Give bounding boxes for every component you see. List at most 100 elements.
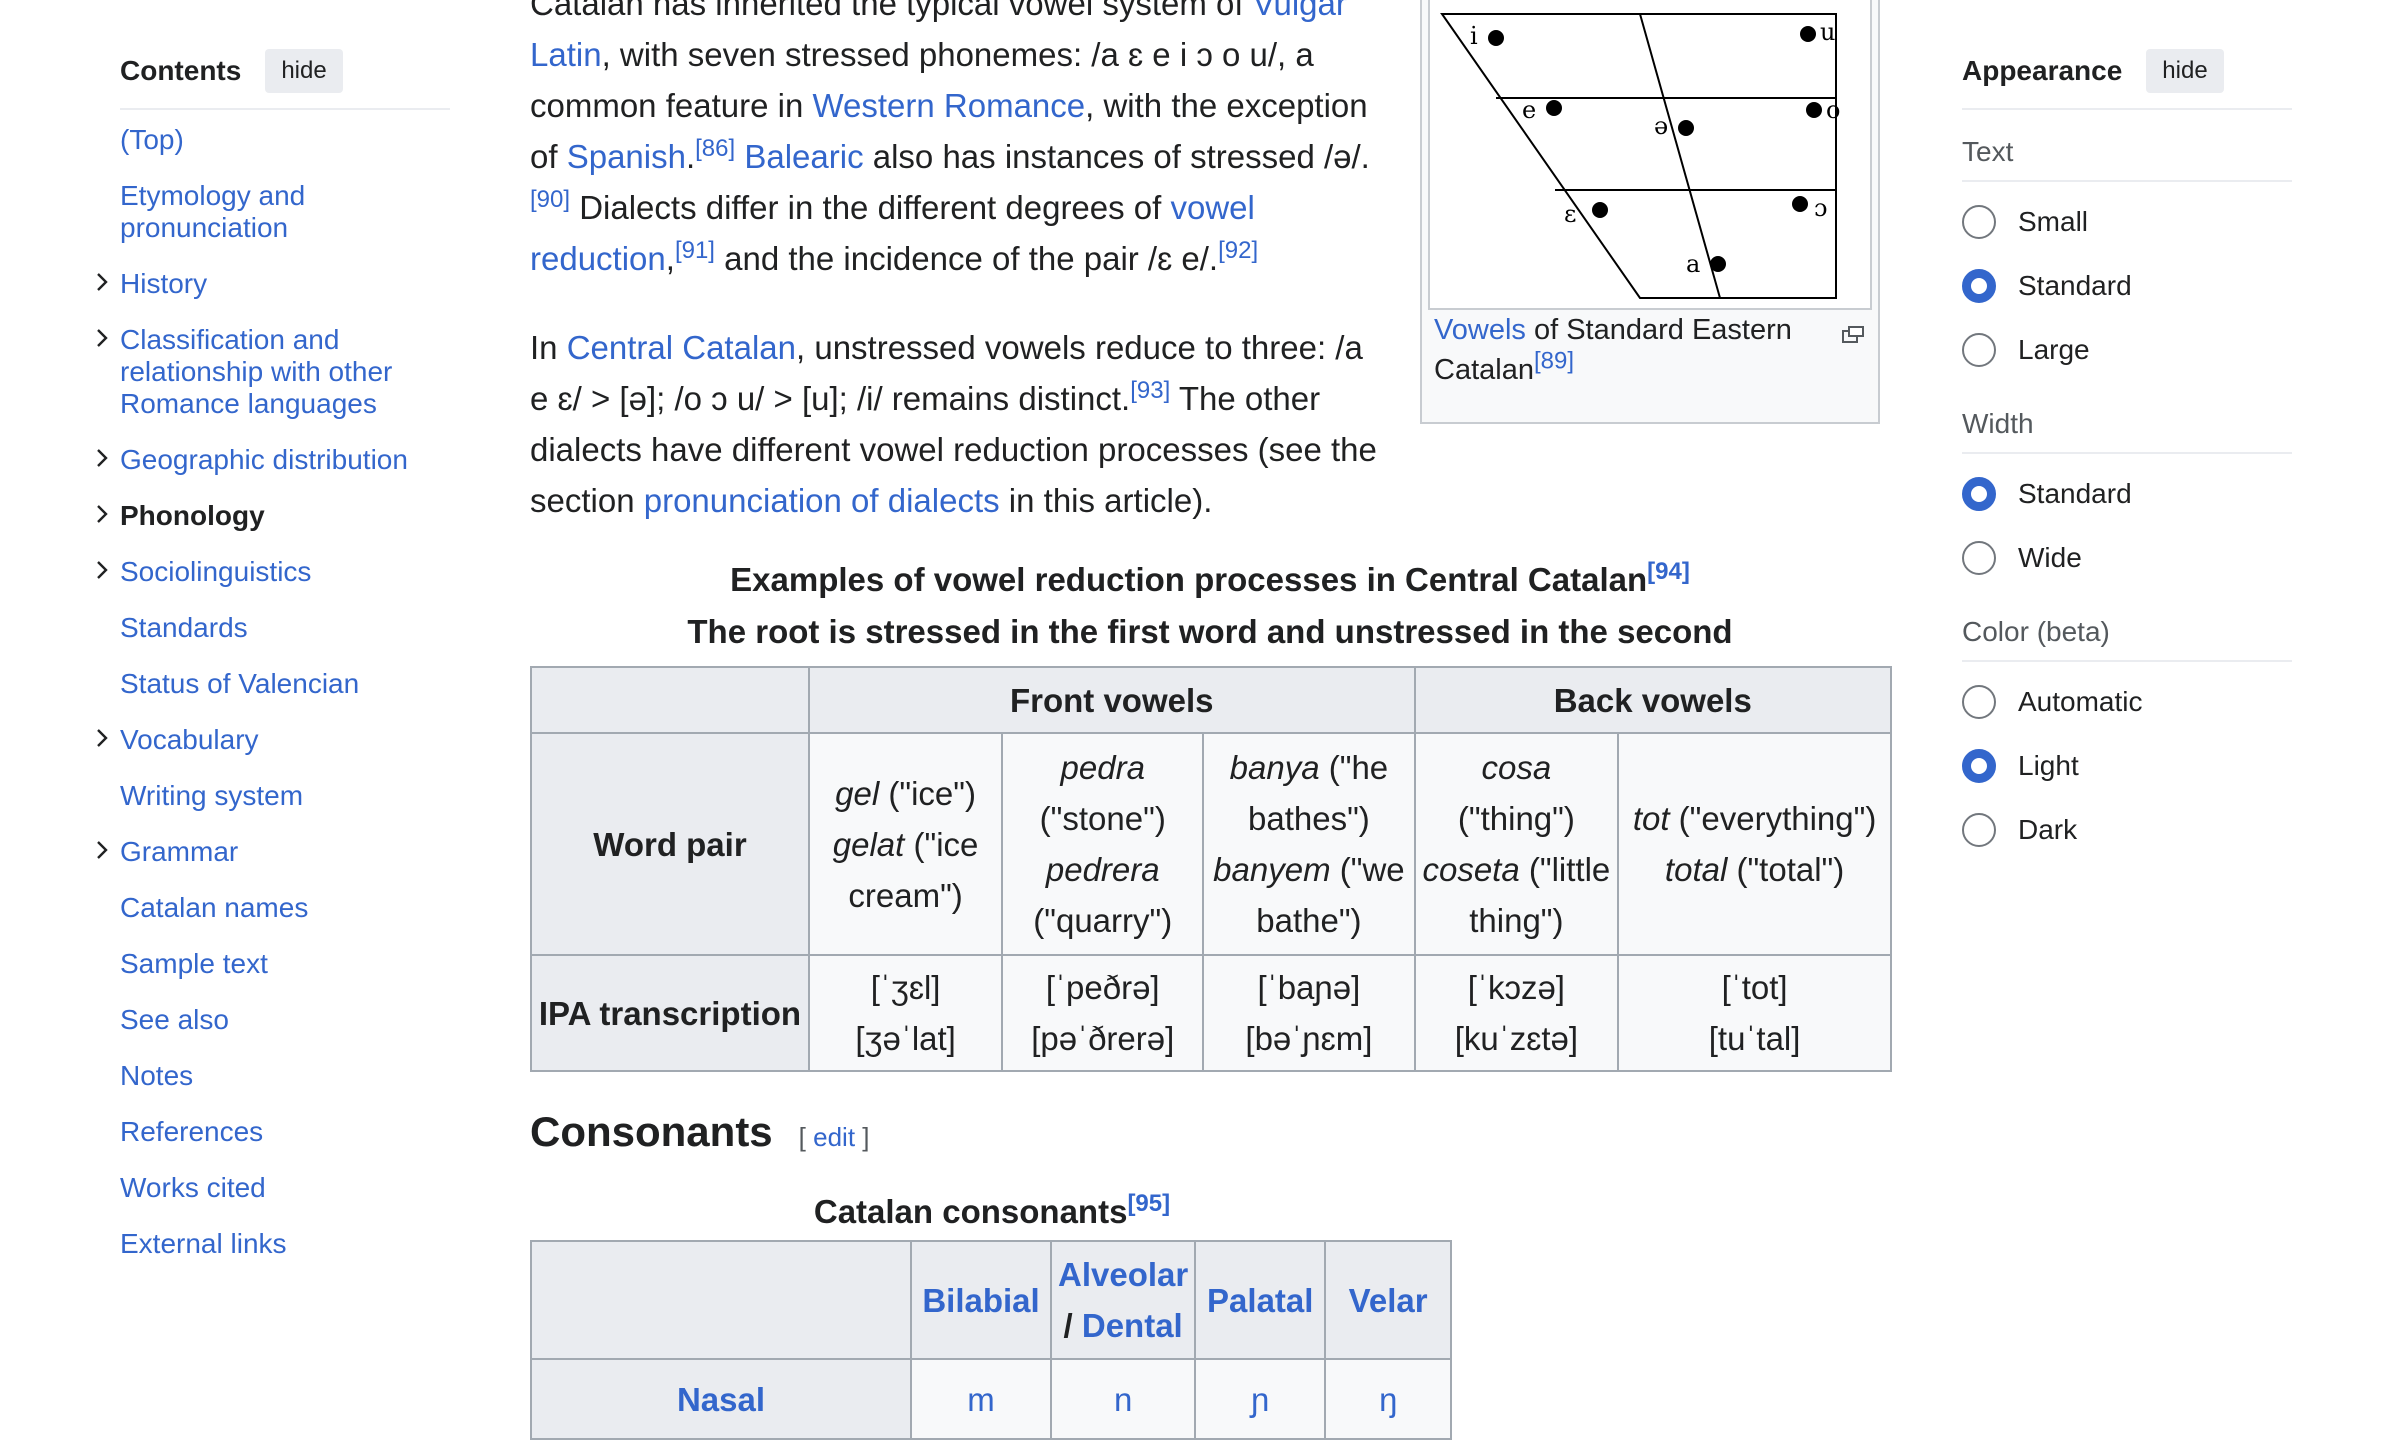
- toc-item[interactable]: Geographic distribution: [97, 444, 450, 476]
- radio-option-text[interactable]: Small: [1962, 190, 2292, 254]
- link-western-romance[interactable]: Western Romance: [812, 87, 1085, 124]
- radio-label: Standard: [2018, 478, 2132, 509]
- ref-86[interactable]: [86]: [695, 135, 735, 162]
- toc-item[interactable]: Notes: [120, 1060, 450, 1092]
- link-balearic[interactable]: Balearic: [744, 138, 863, 175]
- phoneme-link[interactable]: ŋ: [1379, 1381, 1397, 1418]
- edit-link[interactable]: edit: [813, 1122, 855, 1152]
- ref-91[interactable]: [91]: [675, 237, 715, 264]
- radio-label: Dark: [2018, 814, 2078, 845]
- radio-button[interactable]: [1962, 685, 1996, 719]
- header-back-vowels: Back vowels: [1413, 666, 1893, 734]
- vowel-label-i: i: [1470, 22, 1478, 50]
- ref-94[interactable]: [94]: [1647, 558, 1690, 585]
- phoneme-link[interactable]: n: [1114, 1381, 1132, 1418]
- toc-hide-button[interactable]: hide: [265, 49, 343, 93]
- toc-item[interactable]: Sample text: [120, 948, 450, 980]
- toc-item[interactable]: Standards: [120, 612, 450, 644]
- toc-item-label: Vocabulary: [120, 724, 259, 755]
- link-pronunciation-of-dialects[interactable]: pronunciation of dialects: [644, 482, 1000, 519]
- enlarge-icon[interactable]: [1842, 326, 1864, 344]
- chevron-right-icon[interactable]: [90, 442, 114, 474]
- appearance-hide-button[interactable]: hide: [2146, 49, 2224, 93]
- ipa-stressed: [ˈʒɛl]: [870, 969, 941, 1006]
- ref-92[interactable]: [92]: [1218, 237, 1258, 264]
- vowel-trapezoid-diagram[interactable]: i u e ə o ɛ ɔ a: [1428, 0, 1872, 310]
- toc-item[interactable]: (Top): [120, 124, 450, 156]
- row-header-ipa: IPA transcription: [530, 954, 810, 1072]
- word-pair-cell: tot ("everything") total ("total"): [1617, 732, 1892, 956]
- ref-95[interactable]: [95]: [1127, 1190, 1170, 1217]
- link-central-catalan[interactable]: Central Catalan: [567, 329, 796, 366]
- radio-option-color[interactable]: Dark: [1962, 798, 2292, 862]
- chevron-right-icon[interactable]: [90, 498, 114, 530]
- caption-text: Catalan consonants: [813, 1193, 1128, 1230]
- toc-list: (Top) Etymology and pronunciation History C…: [97, 124, 450, 1260]
- toc-item[interactable]: References: [120, 1116, 450, 1148]
- edit-section-link: [ edit ]: [798, 1122, 870, 1152]
- vowel-dot-open-o: [1792, 196, 1808, 212]
- trapezoid-outline: [1440, 13, 1837, 299]
- radio-option-color[interactable]: Light: [1962, 734, 2292, 798]
- link-vowels[interactable]: Vowels: [1434, 314, 1526, 346]
- text-size-label: Text: [1962, 136, 2292, 182]
- toc-item[interactable]: Grammar: [97, 836, 450, 868]
- header-bilabial[interactable]: Bilabial: [922, 1282, 1039, 1319]
- ref-93[interactable]: [93]: [1130, 377, 1170, 404]
- unstressed-word: coseta: [1422, 851, 1520, 888]
- chevron-right-icon[interactable]: [90, 554, 114, 586]
- word-pair-cell: cosa ("thing") coseta ("little thing"): [1413, 732, 1620, 956]
- radio-option-text[interactable]: Large: [1962, 318, 2292, 382]
- toc-item[interactable]: Writing system: [120, 780, 450, 812]
- color-options: Automatic Light Dark: [1962, 670, 2292, 862]
- toc-item[interactable]: See also: [120, 1004, 450, 1036]
- table-corner-cell: [530, 1240, 912, 1360]
- radio-option-width[interactable]: Wide: [1962, 526, 2292, 590]
- gloss: ("quarry"): [1033, 902, 1173, 939]
- toc-item[interactable]: Works cited: [120, 1172, 450, 1204]
- toc-item[interactable]: Phonology: [97, 500, 450, 532]
- ref-89[interactable]: [89]: [1534, 347, 1574, 374]
- radio-button[interactable]: [1962, 541, 1996, 575]
- text: also has instances of stressed /ə/.: [863, 138, 1370, 175]
- chevron-right-icon[interactable]: [90, 322, 114, 354]
- header-dental[interactable]: Dental: [1082, 1307, 1183, 1344]
- toc-item[interactable]: Vocabulary: [97, 724, 450, 756]
- ipa-cell: [ˈkɔzə] [kuˈzɛtə]: [1413, 954, 1620, 1072]
- toc-item-label: Catalan names: [120, 892, 309, 923]
- radio-button[interactable]: [1962, 813, 1996, 847]
- toc-item[interactable]: History: [97, 268, 450, 300]
- radio-label: Small: [2018, 206, 2089, 237]
- header-palatal[interactable]: Palatal: [1207, 1282, 1313, 1319]
- vowel-chart-figure: i u e ə o ɛ ɔ a Vowels of Standard Easte…: [1420, 0, 1880, 424]
- radio-button[interactable]: [1962, 269, 1996, 303]
- ref-90[interactable]: [90]: [530, 186, 570, 213]
- toc-item[interactable]: Classification and relationship with oth…: [97, 324, 450, 420]
- toc-item[interactable]: External links: [120, 1228, 450, 1260]
- vowel-dot-e: [1546, 100, 1562, 116]
- radio-option-text[interactable]: Standard: [1962, 254, 2292, 318]
- phoneme-link[interactable]: ɲ: [1251, 1381, 1269, 1418]
- chevron-right-icon[interactable]: [90, 722, 114, 754]
- radio-button[interactable]: [1962, 749, 1996, 783]
- row-header-nasal[interactable]: Nasal: [677, 1381, 765, 1418]
- toc-item[interactable]: Status of Valencian: [120, 668, 450, 700]
- radio-button[interactable]: [1962, 333, 1996, 367]
- toc-item[interactable]: Etymology and pronunciation: [120, 180, 450, 244]
- chevron-right-icon[interactable]: [90, 266, 114, 298]
- toc-item[interactable]: Catalan names: [120, 892, 450, 924]
- radio-button[interactable]: [1962, 205, 1996, 239]
- radio-option-width[interactable]: Standard: [1962, 462, 2292, 526]
- header-velar[interactable]: Velar: [1349, 1282, 1428, 1319]
- chevron-right-icon[interactable]: [90, 834, 114, 866]
- radio-label: Large: [2018, 334, 2090, 365]
- link-spanish[interactable]: Spanish: [567, 138, 686, 175]
- text: In: [530, 329, 567, 366]
- radio-option-color[interactable]: Automatic: [1962, 670, 2292, 734]
- radio-button[interactable]: [1962, 477, 1996, 511]
- toc-item[interactable]: Sociolinguistics: [97, 556, 450, 588]
- ipa-cell: [ˈtot] [tuˈtal]: [1617, 954, 1892, 1072]
- header-alveolar[interactable]: Alveolar: [1058, 1256, 1188, 1293]
- phoneme-link[interactable]: m: [967, 1381, 995, 1418]
- table-of-contents: Contents hide (Top) Etymology and pronunc…: [97, 46, 450, 1284]
